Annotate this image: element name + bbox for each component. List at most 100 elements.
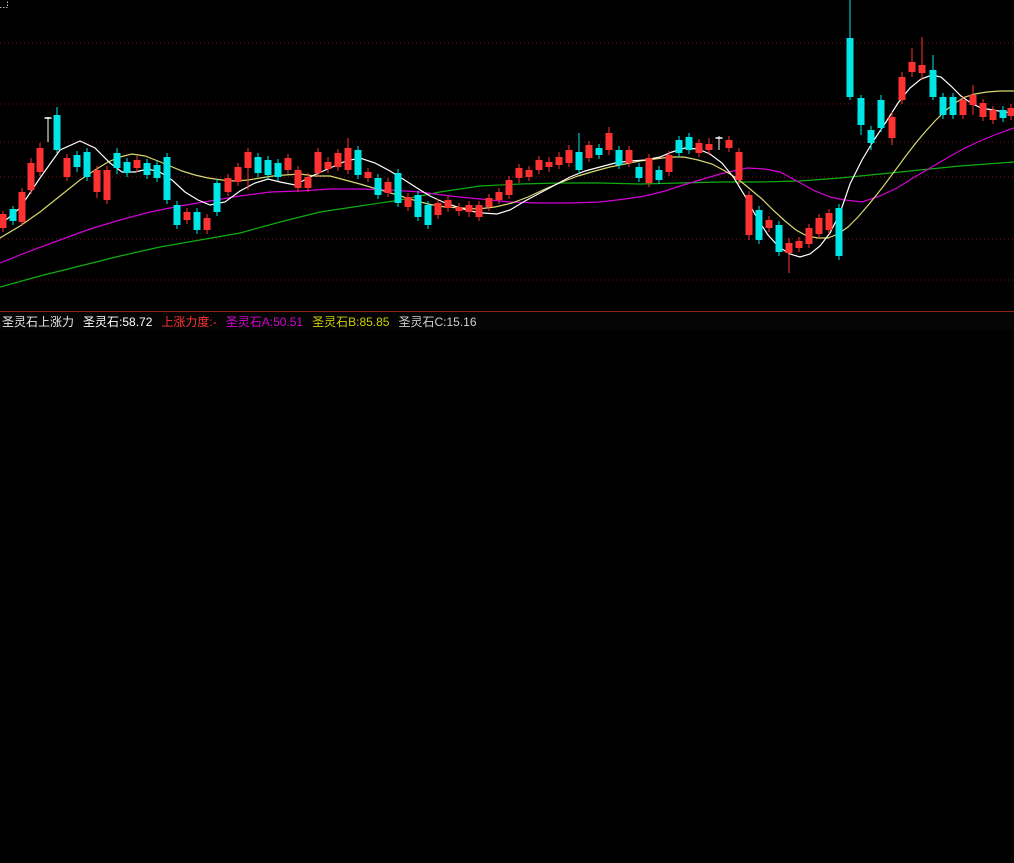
candle-body <box>1007 108 1014 116</box>
candle-body <box>867 130 875 143</box>
candle-body <box>384 182 392 193</box>
candle-body <box>625 150 633 163</box>
candle-body <box>545 162 553 167</box>
candle-body <box>434 203 442 215</box>
candle-body <box>475 205 483 217</box>
candle-body <box>615 150 623 165</box>
candlestick-panel[interactable] <box>0 0 1014 311</box>
candle-body <box>36 148 44 172</box>
candle-body <box>53 115 61 150</box>
candle-body <box>685 137 693 150</box>
candle-body <box>949 97 957 115</box>
candle-body <box>294 170 302 188</box>
candle-body <box>143 163 151 175</box>
candle-body <box>846 38 854 97</box>
candle-body <box>444 200 452 208</box>
candle-body <box>173 205 181 225</box>
candle-body <box>103 170 111 200</box>
candle-body <box>224 178 232 192</box>
candle-body <box>999 110 1007 118</box>
indicator-value-a: 圣灵石A:50.51 <box>225 314 304 329</box>
indicator-panel[interactable] <box>0 330 1014 863</box>
candle-body <box>324 162 332 169</box>
candles <box>0 0 1014 273</box>
candle-body <box>334 153 342 167</box>
candle-body <box>203 218 211 230</box>
candle-body <box>908 62 916 72</box>
candle-body <box>735 152 743 180</box>
candle-body <box>133 160 141 168</box>
candle-body <box>193 212 201 230</box>
candle-body <box>575 152 583 170</box>
candle-body <box>565 150 573 163</box>
candle-body <box>635 167 643 178</box>
candle-body <box>585 145 593 158</box>
candle-body <box>404 197 412 207</box>
candle-body <box>153 165 161 178</box>
candle-body <box>785 243 793 253</box>
candle-body <box>314 152 322 173</box>
candle-body <box>394 173 402 203</box>
candle-body <box>354 150 362 175</box>
indicator-title: 圣灵石上涨力 <box>2 314 75 329</box>
candle-body <box>123 162 131 173</box>
candle-body <box>959 100 967 115</box>
candle-body <box>264 160 272 175</box>
candle-body <box>364 172 372 178</box>
candle-body <box>695 143 703 153</box>
candle-body <box>595 148 603 155</box>
candle-body <box>815 218 823 234</box>
candle-body <box>9 209 17 221</box>
candle-body <box>775 225 783 252</box>
candle-body <box>655 170 663 180</box>
candle-body <box>835 208 843 256</box>
candle-body <box>979 103 987 117</box>
candle-body <box>665 155 673 172</box>
candle-body <box>234 167 242 182</box>
candle-body <box>244 152 252 168</box>
candle-body <box>755 210 763 240</box>
candle-body <box>414 195 422 217</box>
candle-body <box>183 212 191 220</box>
candle-body <box>274 163 282 177</box>
candle-body <box>113 153 121 168</box>
candle-body <box>645 158 653 183</box>
candle-body <box>675 140 683 153</box>
candle-body <box>284 158 292 170</box>
candle-body <box>877 100 885 128</box>
candle-body <box>505 180 513 195</box>
candle-body <box>888 117 896 138</box>
candle-body <box>163 157 171 200</box>
candle-body <box>465 205 473 212</box>
candle-body <box>805 228 813 244</box>
candle-body <box>989 110 997 120</box>
indicator-value-strength: 上涨力度:- <box>161 314 217 329</box>
candle-body <box>555 157 563 165</box>
candle-body <box>939 97 947 115</box>
candle-body <box>918 65 926 73</box>
candle-body <box>73 155 81 167</box>
candle-body <box>63 158 71 177</box>
candle-body <box>374 178 382 195</box>
indicator-value-c: 圣灵石C:15.16 <box>398 314 477 329</box>
candle-body <box>725 140 733 148</box>
candle-body <box>605 133 613 150</box>
candle-body <box>424 205 432 225</box>
candle-body <box>795 241 803 248</box>
indicator-label-bar: 圣灵石上涨力 圣灵石:58.72 上涨力度:- 圣灵石A:50.51 圣灵石B:… <box>0 311 1014 330</box>
candle-body <box>254 157 262 173</box>
candle-body <box>213 183 221 212</box>
candle-body <box>93 170 101 192</box>
indicator-value-main: 圣灵石:58.72 <box>83 314 153 329</box>
candle-body <box>765 220 773 228</box>
candle-body <box>525 170 533 177</box>
candle-body <box>304 177 312 188</box>
candle-body <box>705 144 713 150</box>
candle-body <box>485 198 493 207</box>
ma-magenta <box>0 127 1014 264</box>
candle-body <box>0 214 7 228</box>
candle-body <box>18 192 26 222</box>
candle-body <box>535 160 543 170</box>
candle-body <box>495 192 503 200</box>
candle-body <box>825 213 833 230</box>
